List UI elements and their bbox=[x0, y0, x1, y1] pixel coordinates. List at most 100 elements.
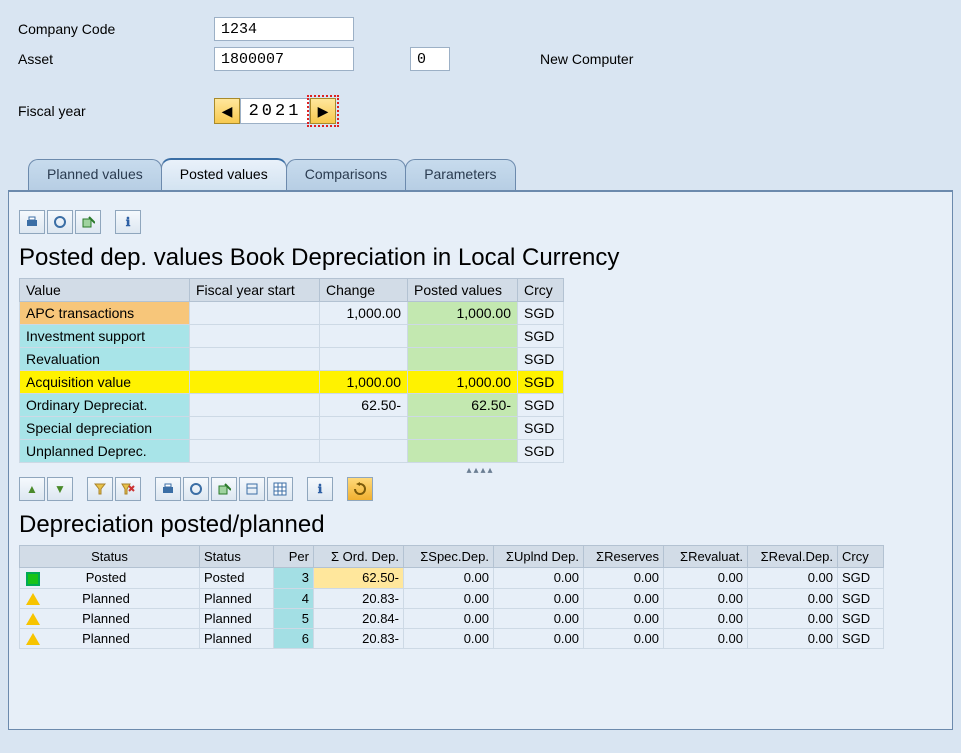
fiscal-year-next-button[interactable]: ▶ bbox=[310, 98, 336, 124]
cell-res: 0.00 bbox=[584, 588, 664, 608]
export-icon bbox=[81, 215, 95, 229]
cell-ord: 20.83- bbox=[314, 588, 404, 608]
posted-values-table[interactable]: Value Fiscal year start Change Posted va… bbox=[19, 278, 564, 463]
cell-per: 4 bbox=[274, 588, 314, 608]
cell-change bbox=[320, 325, 408, 348]
cell-crcy: SGD bbox=[838, 568, 884, 589]
cell-revd: 0.00 bbox=[748, 568, 838, 589]
company-code-input[interactable] bbox=[214, 17, 354, 41]
cell-posted bbox=[408, 348, 518, 371]
cell-change: 62.50- bbox=[320, 394, 408, 417]
depreciation-table[interactable]: Status Status Per Σ Ord. Dep. ΣSpec.Dep.… bbox=[19, 545, 884, 649]
sort-asc-icon: ▲ bbox=[26, 482, 38, 496]
col-value[interactable]: Value bbox=[20, 279, 190, 302]
col-ord[interactable]: Σ Ord. Dep. bbox=[314, 546, 404, 568]
table-row[interactable]: Ordinary Depreciat.62.50-62.50-SGD bbox=[20, 394, 564, 417]
col-crcy[interactable]: Crcy bbox=[518, 279, 564, 302]
col-revd[interactable]: ΣReval.Dep. bbox=[748, 546, 838, 568]
cell-posted: 1,000.00 bbox=[408, 371, 518, 394]
col-spec[interactable]: ΣSpec.Dep. bbox=[404, 546, 494, 568]
table-row[interactable]: PlannedPlanned420.83-0.000.000.000.000.0… bbox=[20, 588, 884, 608]
info-button[interactable]: ℹ bbox=[115, 210, 141, 234]
cell-spec: 0.00 bbox=[404, 588, 494, 608]
info-icon: ℹ bbox=[126, 215, 131, 229]
filter-delete-button[interactable] bbox=[115, 477, 141, 501]
col-fys[interactable]: Fiscal year start bbox=[190, 279, 320, 302]
tab-planned-values[interactable]: Planned values bbox=[28, 159, 162, 190]
col-rev[interactable]: ΣRevaluat. bbox=[664, 546, 748, 568]
fiscal-year-input[interactable] bbox=[240, 98, 310, 124]
sort-asc-button[interactable]: ▲ bbox=[19, 477, 45, 501]
cell-crcy: SGD bbox=[838, 628, 884, 648]
view-icon bbox=[53, 215, 67, 229]
col-posted[interactable]: Posted values bbox=[408, 279, 518, 302]
export-icon bbox=[217, 482, 231, 496]
export2-button[interactable] bbox=[211, 477, 237, 501]
asset-subnumber-input[interactable] bbox=[410, 47, 450, 71]
splitter-handle[interactable]: ▴▴▴▴ bbox=[9, 465, 952, 475]
cell-upl: 0.00 bbox=[494, 608, 584, 628]
col-crcy2[interactable]: Crcy bbox=[838, 546, 884, 568]
section2-title: Depreciation posted/planned bbox=[9, 507, 952, 545]
cell-status2: Posted bbox=[200, 568, 274, 589]
info2-button[interactable]: ℹ bbox=[307, 477, 333, 501]
table-row[interactable]: PlannedPlanned620.83-0.000.000.000.000.0… bbox=[20, 628, 884, 648]
col-res[interactable]: ΣReserves bbox=[584, 546, 664, 568]
refresh-icon bbox=[353, 482, 367, 496]
tab-parameters[interactable]: Parameters bbox=[405, 159, 515, 190]
grid2-toolbar: ▲ ▼ ℹ bbox=[19, 477, 952, 501]
cell-crcy: SGD bbox=[518, 417, 564, 440]
col-change[interactable]: Change bbox=[320, 279, 408, 302]
layout-button[interactable] bbox=[239, 477, 265, 501]
cell-res: 0.00 bbox=[584, 628, 664, 648]
table-row[interactable]: Special depreciationSGD bbox=[20, 417, 564, 440]
col-upl[interactable]: ΣUplnd Dep. bbox=[494, 546, 584, 568]
cell-posted bbox=[408, 417, 518, 440]
table-row[interactable]: PostedPosted362.50-0.000.000.000.000.00S… bbox=[20, 568, 884, 589]
status-planned-icon bbox=[26, 613, 40, 625]
cell-status1: Posted bbox=[20, 568, 200, 589]
export-button[interactable] bbox=[75, 210, 101, 234]
fiscal-year-prev-button[interactable]: ◀ bbox=[214, 98, 240, 124]
cell-status1: Planned bbox=[20, 588, 200, 608]
table-row[interactable]: Unplanned Deprec.SGD bbox=[20, 440, 564, 463]
asset-input[interactable] bbox=[214, 47, 354, 71]
cell-status1: Planned bbox=[20, 608, 200, 628]
cell-posted: 1,000.00 bbox=[408, 302, 518, 325]
view-button[interactable] bbox=[47, 210, 73, 234]
tabstrip: Planned values Posted values Comparisons… bbox=[28, 158, 961, 190]
cell-fys bbox=[190, 417, 320, 440]
print2-button[interactable] bbox=[155, 477, 181, 501]
sort-desc-button[interactable]: ▼ bbox=[47, 477, 73, 501]
cell-upl: 0.00 bbox=[494, 628, 584, 648]
tab-posted-values[interactable]: Posted values bbox=[161, 158, 287, 190]
spreadsheet-button[interactable] bbox=[267, 477, 293, 501]
table-row[interactable]: RevaluationSGD bbox=[20, 348, 564, 371]
col-per[interactable]: Per bbox=[274, 546, 314, 568]
cell-crcy: SGD bbox=[518, 325, 564, 348]
cell-crcy: SGD bbox=[518, 394, 564, 417]
filter-button[interactable] bbox=[87, 477, 113, 501]
table-row[interactable]: Investment supportSGD bbox=[20, 325, 564, 348]
print-button[interactable] bbox=[19, 210, 45, 234]
section1-title: Posted dep. values Book Depreciation in … bbox=[9, 240, 952, 278]
cell-spec: 0.00 bbox=[404, 568, 494, 589]
spreadsheet-icon bbox=[273, 482, 287, 496]
cell-res: 0.00 bbox=[584, 568, 664, 589]
tab-comparisons[interactable]: Comparisons bbox=[286, 159, 406, 190]
col-status1[interactable]: Status bbox=[20, 546, 200, 568]
cell-posted bbox=[408, 440, 518, 463]
refresh-display-button[interactable] bbox=[347, 477, 373, 501]
cell-revd: 0.00 bbox=[748, 588, 838, 608]
cell-status2: Planned bbox=[200, 628, 274, 648]
table-row[interactable]: Acquisition value1,000.001,000.00SGD bbox=[20, 371, 564, 394]
cell-upl: 0.00 bbox=[494, 588, 584, 608]
view2-button[interactable] bbox=[183, 477, 209, 501]
table-row[interactable]: APC transactions1,000.001,000.00SGD bbox=[20, 302, 564, 325]
col-status2[interactable]: Status bbox=[200, 546, 274, 568]
cell-change bbox=[320, 440, 408, 463]
cell-fys bbox=[190, 325, 320, 348]
cell-fys bbox=[190, 371, 320, 394]
table-row[interactable]: PlannedPlanned520.84-0.000.000.000.000.0… bbox=[20, 608, 884, 628]
cell-status2: Planned bbox=[200, 588, 274, 608]
